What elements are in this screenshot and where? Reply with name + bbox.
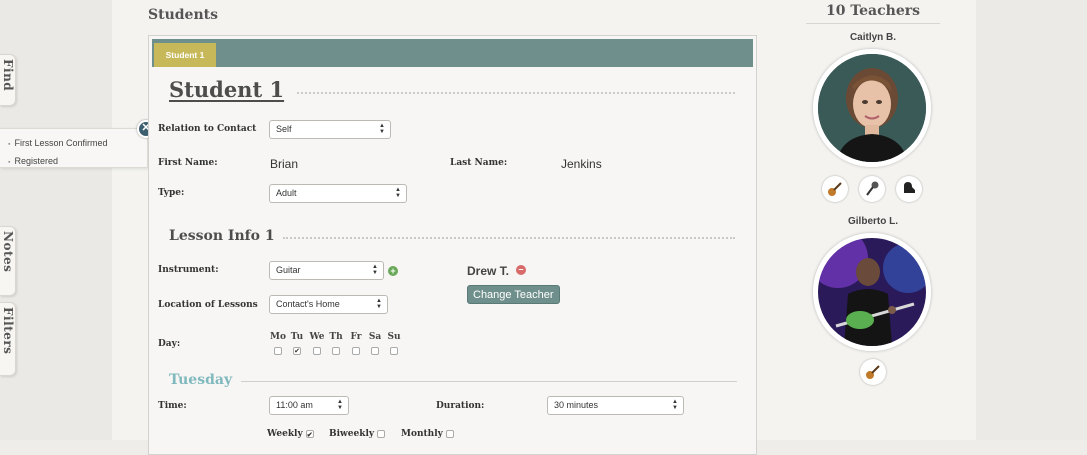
select-arrows-icon: ▲ ▼ — [372, 264, 378, 276]
tab-find[interactable]: Find — [0, 54, 16, 106]
time-label: Time: — [158, 401, 187, 411]
guitar-icon[interactable] — [822, 176, 848, 202]
type-value: Adult — [276, 188, 297, 198]
instrument-select[interactable]: Guitar ▲ ▼ — [269, 261, 384, 280]
piano-icon[interactable] — [896, 176, 922, 202]
location-select[interactable]: Contact's Home ▲ ▼ — [269, 295, 388, 314]
divider — [297, 92, 735, 94]
assigned-teacher-name: Drew T. — [467, 264, 510, 278]
frequency-checkbox[interactable] — [377, 429, 386, 438]
day-option: Fr — [348, 332, 364, 360]
select-arrows-icon: ▲ ▼ — [395, 187, 401, 199]
day-checkbox[interactable] — [390, 346, 398, 355]
tab-notes-label: Notes — [1, 231, 15, 273]
instrument-label: Instrument: — [158, 265, 219, 275]
frequency-option[interactable]: Weekly ✔ — [267, 429, 314, 439]
teacher-photo — [818, 238, 926, 346]
add-instrument-icon[interactable]: + — [388, 266, 398, 276]
day-checkbox[interactable]: ✔ — [293, 346, 301, 355]
right-gutter — [976, 0, 1087, 440]
frequency-label: Biweekly — [329, 429, 375, 439]
day-abbr: Sa — [368, 332, 382, 342]
frequency-option[interactable]: Biweekly — [329, 429, 386, 439]
divider — [283, 237, 735, 239]
guitar-icon[interactable] — [860, 359, 886, 385]
tab-filters[interactable]: Filters — [0, 302, 16, 376]
lesson-heading: Lesson Info 1 — [169, 228, 275, 244]
tab-find-label: Find — [1, 59, 15, 92]
relation-value: Self — [276, 124, 292, 134]
location-value: Contact's Home — [276, 299, 340, 309]
time-select[interactable]: 11:00 am ▲ ▼ — [269, 396, 349, 415]
status-item: First Lesson Confirmed — [8, 135, 147, 153]
day-abbr: Tu — [290, 332, 304, 342]
select-arrows-icon: ▲ ▼ — [376, 298, 382, 310]
microphone-icon[interactable] — [859, 176, 885, 202]
remove-teacher-icon[interactable]: – — [516, 265, 526, 275]
day-option: Su — [386, 332, 402, 360]
teacher-name[interactable]: Gilberto L. — [806, 216, 940, 227]
left-gutter — [0, 0, 112, 440]
relation-select[interactable]: Self ▲ ▼ — [269, 120, 391, 139]
day-checkbox[interactable] — [313, 346, 321, 355]
day-abbr: We — [309, 332, 325, 342]
day-abbr: Mo — [270, 332, 286, 342]
page-title: Students — [148, 7, 218, 23]
select-arrows-icon: ▲ ▼ — [379, 123, 385, 135]
teacher-name[interactable]: Caitlyn B. — [806, 32, 940, 43]
instrument-value: Guitar — [276, 265, 301, 275]
duration-select[interactable]: 30 minutes ▲ ▼ — [547, 396, 684, 415]
student-card: Student 1 Student 1 Relation to Contact … — [148, 35, 757, 455]
avatar[interactable] — [813, 233, 931, 351]
first-name-label: First Name: — [158, 158, 218, 168]
day-checkbox[interactable] — [352, 346, 360, 355]
day-label: Day: — [158, 339, 181, 349]
time-value: 11:00 am — [276, 400, 313, 410]
change-teacher-button[interactable]: Change Teacher — [467, 285, 560, 304]
tab-student-1[interactable]: Student 1 — [154, 43, 216, 67]
frequency-checkbox[interactable]: ✔ — [305, 429, 314, 438]
day-checkbox[interactable] — [371, 346, 379, 355]
status-panel: First Lesson Confirmed Registered — [0, 128, 148, 168]
student-heading: Student 1 — [169, 77, 285, 102]
type-label: Type: — [158, 188, 185, 198]
tab-filters-label: Filters — [1, 307, 15, 355]
day-option: Mo — [270, 332, 286, 360]
teachers-title: 10 Teachers — [806, 3, 940, 24]
frequency-checkbox[interactable] — [445, 429, 454, 438]
last-name-label: Last Name: — [450, 158, 508, 168]
location-label: Location of Lessons — [158, 300, 258, 310]
first-name-field[interactable]: Brian — [270, 157, 298, 171]
select-arrows-icon: ▲ ▼ — [337, 399, 343, 411]
tab-notes[interactable]: Notes — [0, 226, 16, 296]
student-tabbar: Student 1 — [152, 39, 753, 67]
teacher-photo — [818, 54, 926, 162]
day-option: Tu ✔ — [289, 332, 305, 360]
day-option: Th — [328, 332, 344, 360]
divider — [241, 381, 737, 382]
frequency-option[interactable]: Monthly — [401, 429, 454, 439]
relation-label: Relation to Contact — [158, 124, 257, 134]
type-select[interactable]: Adult ▲ ▼ — [269, 184, 407, 203]
day-checkbox[interactable] — [332, 346, 340, 355]
day-option: We — [309, 332, 325, 360]
day-abbr: Fr — [350, 332, 362, 342]
frequency-label: Weekly — [267, 429, 303, 439]
day-checkbox[interactable] — [274, 346, 282, 355]
day-abbr: Su — [387, 332, 401, 342]
duration-value: 30 minutes — [554, 400, 599, 410]
avatar[interactable] — [813, 49, 931, 167]
select-arrows-icon: ▲ ▼ — [672, 399, 678, 411]
status-item: Registered — [8, 153, 147, 171]
duration-label: Duration: — [436, 401, 485, 411]
frequency-label: Monthly — [401, 429, 443, 439]
day-option: Sa — [367, 332, 383, 360]
last-name-field[interactable]: Jenkins — [561, 157, 602, 171]
day-abbr: Th — [329, 332, 343, 342]
selected-day-heading: Tuesday — [169, 372, 233, 388]
